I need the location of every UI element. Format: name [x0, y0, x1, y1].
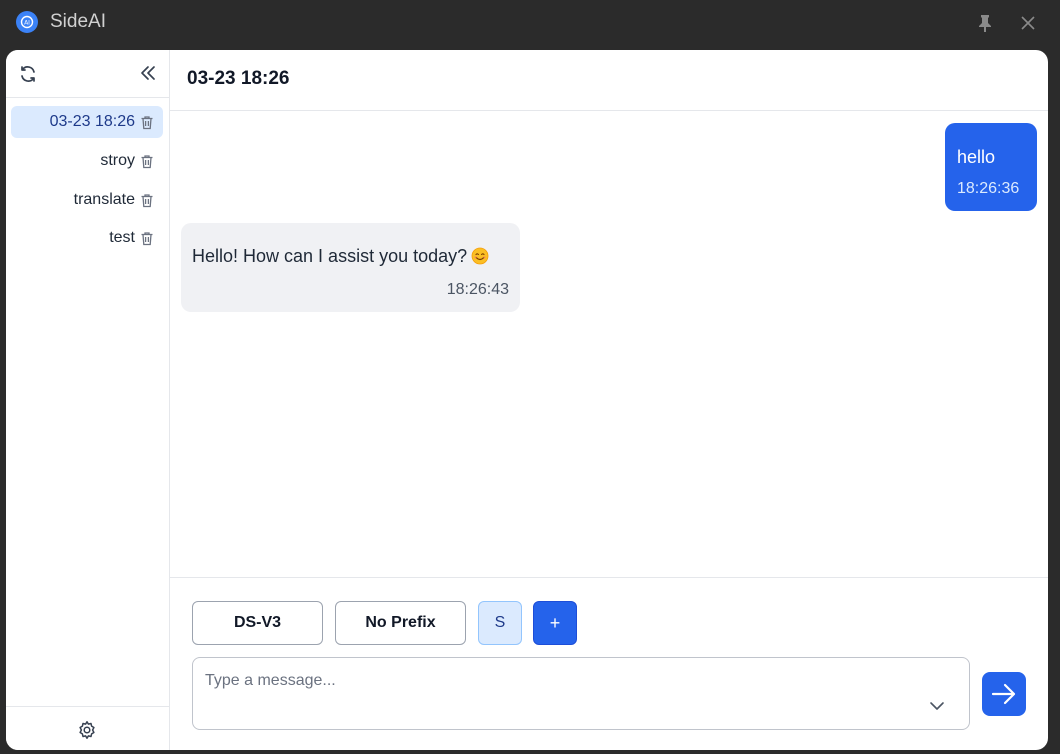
smiling-face-icon: [471, 247, 489, 270]
refresh-icon[interactable]: [16, 62, 40, 86]
page-title: 03-23 18:26: [187, 68, 290, 89]
session-item[interactable]: translate: [11, 184, 163, 216]
arrow-right-icon: [991, 683, 1016, 705]
session-item[interactable]: stroy: [11, 145, 163, 177]
collapse-sidebar-icon[interactable]: [136, 61, 160, 85]
prefix-select-button[interactable]: No Prefix: [335, 601, 466, 645]
send-button[interactable]: [982, 672, 1026, 716]
message-time: 18:26:36: [957, 180, 1020, 197]
message-text: Hello! How can I assist you today?: [192, 246, 489, 270]
gear-icon[interactable]: [76, 719, 98, 741]
s-toggle-button[interactable]: S: [478, 601, 522, 645]
session-label: test: [109, 229, 135, 246]
message-text: hello: [957, 147, 996, 167]
session-label: translate: [73, 191, 135, 208]
pin-icon[interactable]: [974, 12, 996, 34]
sidebar: 03-23 18:26 stroy translate test: [6, 50, 170, 750]
message-text-content: Hello! How can I assist you today?: [192, 246, 468, 266]
svg-text:AI: AI: [24, 20, 30, 27]
trash-icon[interactable]: [139, 153, 155, 169]
assistant-message: Hello! How can I assist you today? 18:26…: [181, 223, 520, 312]
session-item[interactable]: 03-23 18:26: [11, 106, 163, 138]
app-title: SideAI: [50, 11, 106, 32]
sidebar-footer: [6, 706, 170, 750]
trash-icon[interactable]: [139, 114, 155, 130]
app-window: 03-23 18:26 stroy translate test 03-23 1…: [6, 50, 1048, 750]
session-label: 03-23 18:26: [49, 113, 135, 130]
chevron-down-icon[interactable]: [926, 695, 948, 717]
trash-icon[interactable]: [139, 192, 155, 208]
chat-header: 03-23 18:26: [170, 50, 1048, 111]
title-bar: AI SideAI: [0, 0, 1060, 46]
session-label: stroy: [100, 152, 135, 169]
user-message: hello 18:26:36: [945, 123, 1037, 211]
message-time: 18:26:43: [446, 281, 509, 298]
add-button[interactable]: +: [533, 601, 577, 645]
trash-icon[interactable]: [139, 230, 155, 246]
close-icon[interactable]: [1017, 12, 1039, 34]
composer: DS-V3 No Prefix S +: [170, 577, 1048, 750]
model-select-button[interactable]: DS-V3: [192, 601, 323, 645]
message-input[interactable]: [192, 657, 970, 730]
app-logo-icon: AI: [16, 11, 38, 33]
sidebar-toolbar: [6, 50, 170, 98]
chat-panel: 03-23 18:26 hello 18:26:36 Hello! How ca…: [170, 50, 1048, 750]
session-item[interactable]: test: [11, 222, 163, 254]
